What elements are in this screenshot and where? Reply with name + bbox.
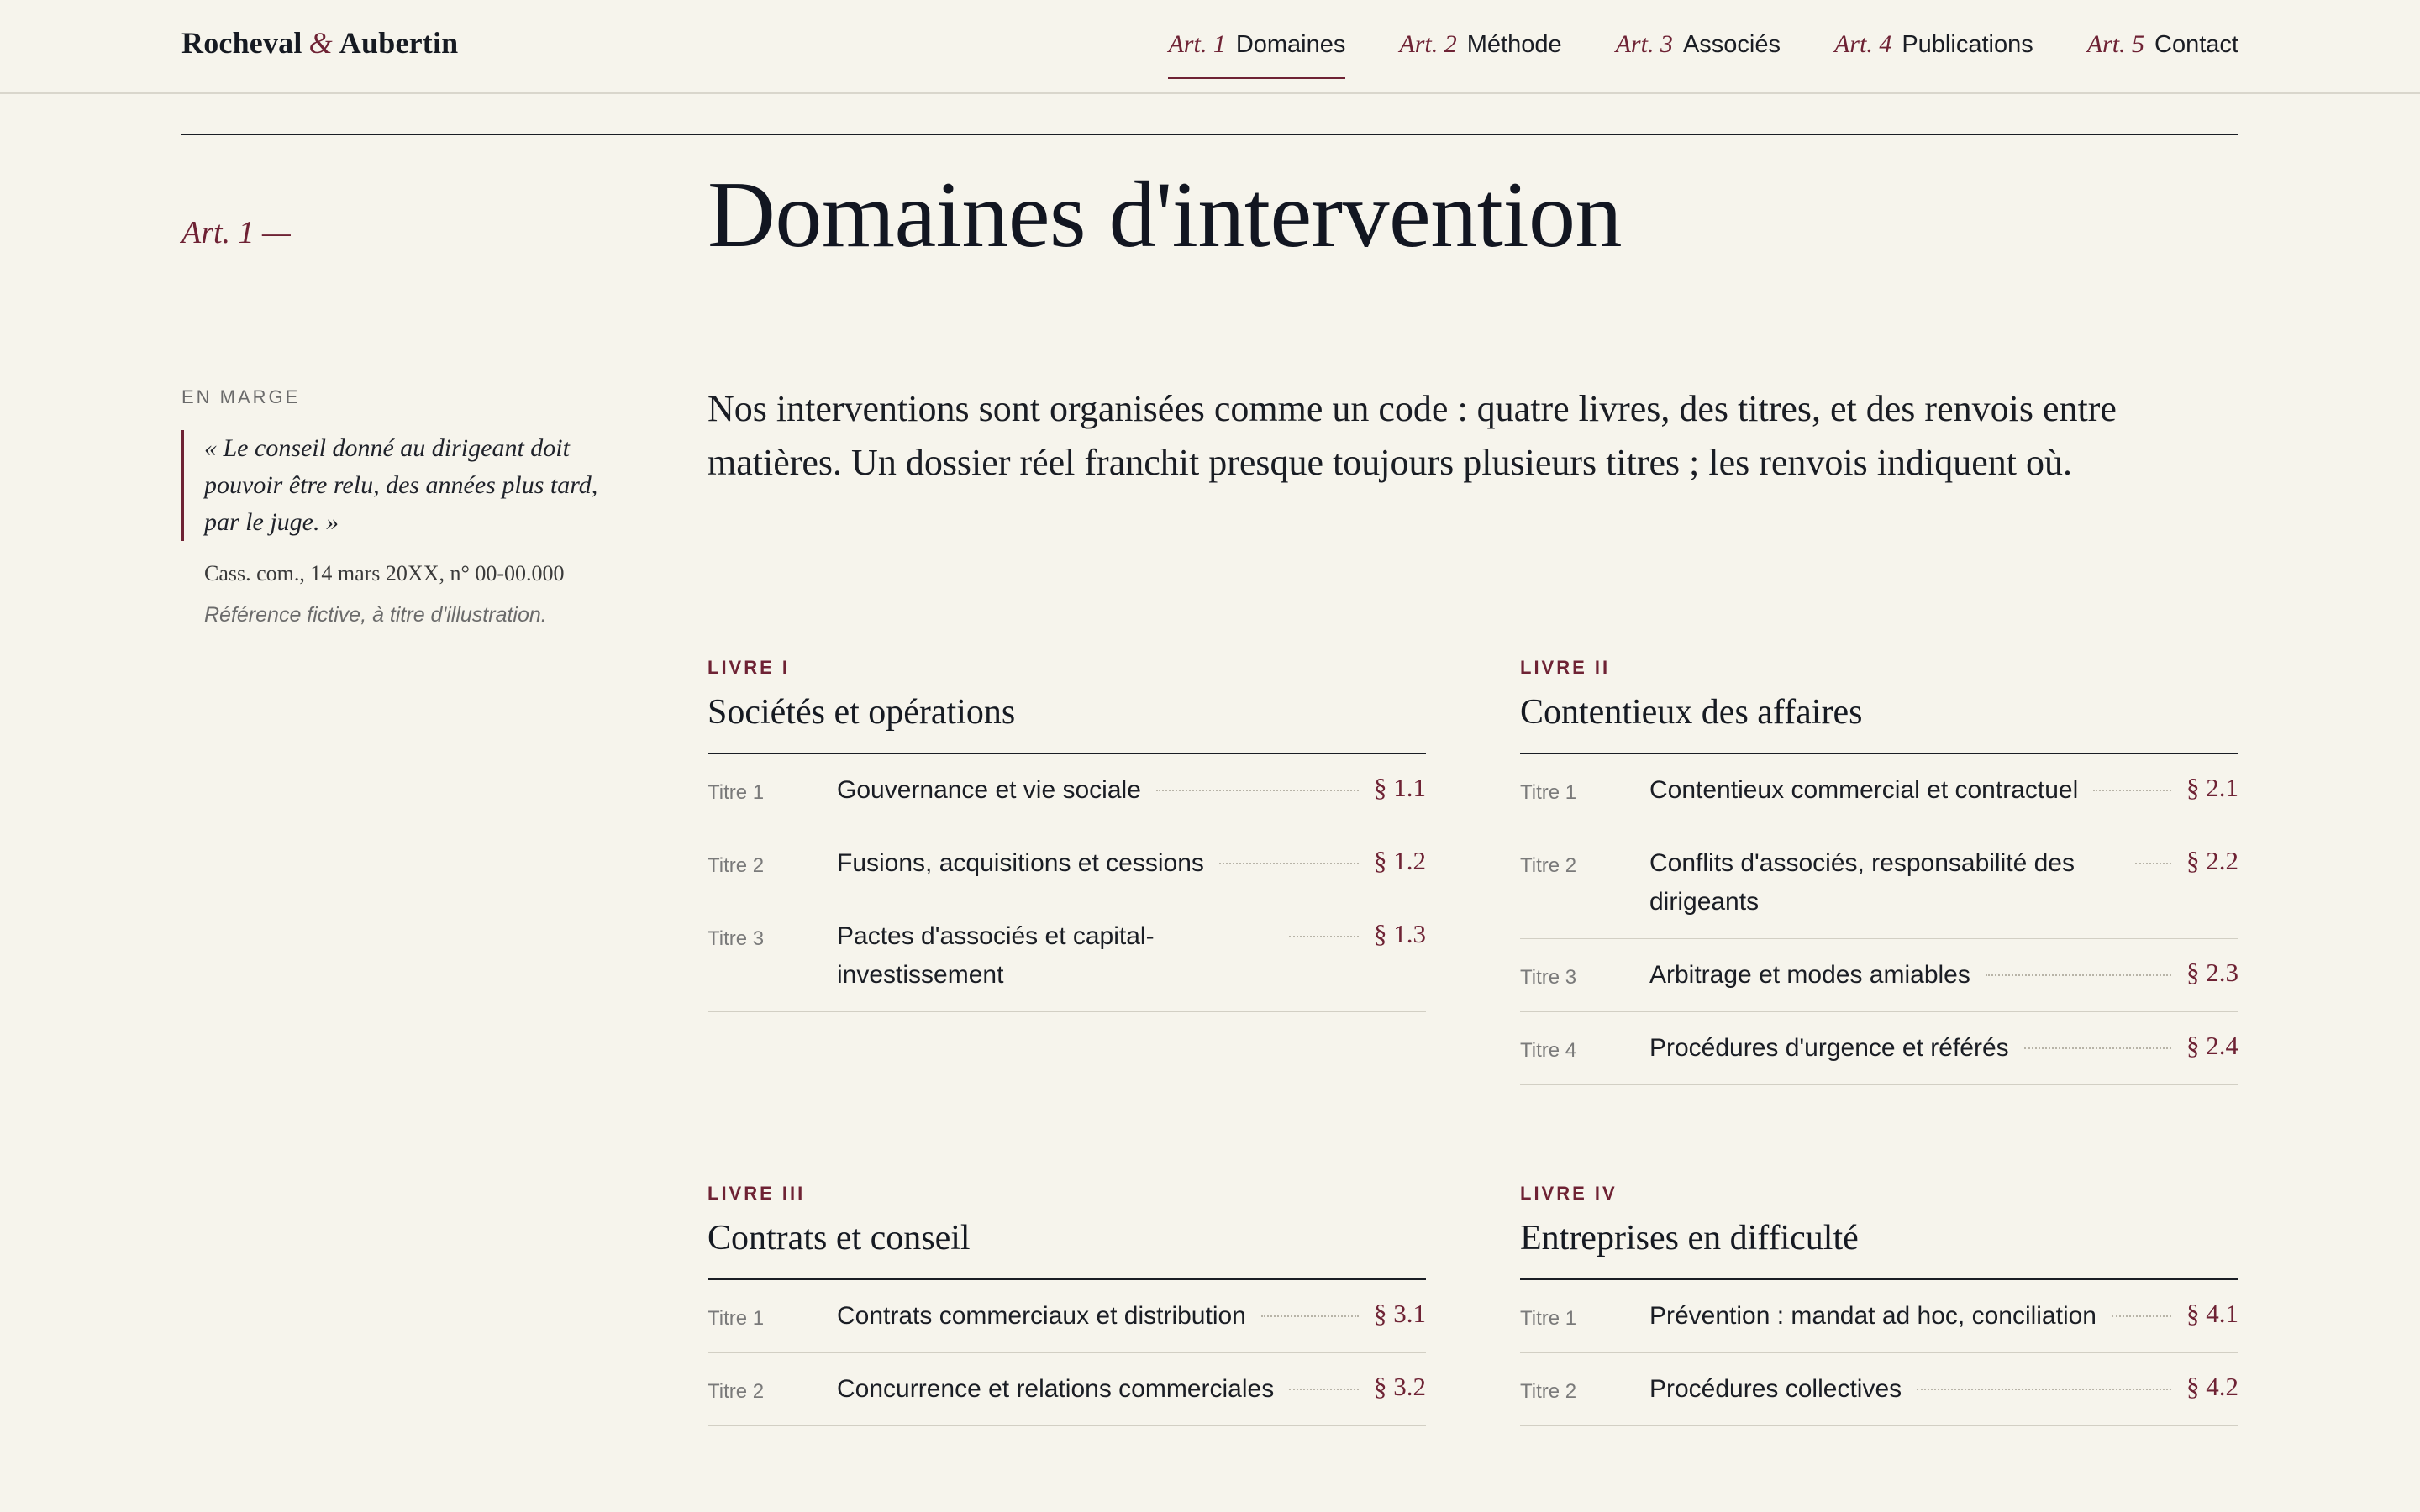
section-reference: § 3.1 (1374, 1299, 1426, 1328)
dotted-leader (2112, 1315, 2171, 1317)
livre-title: Contentieux des affaires (1520, 692, 2238, 754)
dotted-leader (1218, 863, 1359, 864)
article-label: Art. 1 — (182, 215, 291, 250)
titre-number: Titre 2 (1520, 1380, 1577, 1403)
titre-name: Procédures collectives (1649, 1375, 1902, 1403)
section-divider (182, 134, 2238, 135)
dotted-leader (2135, 863, 2171, 864)
titre-row[interactable]: Titre 3 Pactes d'associés et capital-inv… (708, 900, 1426, 1012)
livre-ii: LIVRE II Contentieux des affaires Titre … (1520, 657, 2238, 1085)
nav-item-label: Publications (1902, 31, 2033, 58)
titre-row[interactable]: Titre 3 Arbitrage et modes amiables § 2.… (1520, 939, 2238, 1012)
dotted-leader (1917, 1389, 2171, 1390)
titre-number: Titre 2 (708, 854, 765, 877)
section-reference: § 2.2 (2186, 846, 2238, 875)
brand-logo[interactable]: Rocheval & Aubertin (182, 25, 458, 60)
nav-item-domaines[interactable]: Art. 1 Domaines (1168, 30, 1345, 79)
titre-name: Conflits d'associés, responsabilité des … (1649, 849, 2075, 916)
livre-number: LIVRE II (1520, 657, 1611, 678)
dotted-leader (1260, 1315, 1359, 1317)
brand-second-name: Aubertin (339, 26, 459, 60)
livre-title: Entreprises en difficulté (1520, 1218, 2238, 1280)
section-reference: § 1.1 (1374, 773, 1426, 802)
nav-item-label: Associés (1682, 31, 1781, 58)
dotted-leader (1985, 974, 2171, 976)
section-reference: § 1.3 (1374, 919, 1426, 948)
nav-item-article: Art. 2 (1399, 30, 1457, 58)
brand-ampersand: & (308, 26, 333, 60)
livre-number: LIVRE I (708, 657, 791, 678)
titre-row[interactable]: Titre 2 Concurrence et relations commerc… (708, 1353, 1426, 1426)
titre-row[interactable]: Titre 1 Prévention : mandat ad hoc, conc… (1520, 1280, 2238, 1353)
margin-citation: Cass. com., 14 mars 20XX, n° 00-00.000 (204, 561, 565, 585)
dotted-leader (2093, 790, 2171, 791)
titre-number: Titre 1 (1520, 781, 1577, 804)
dotted-leader (2023, 1047, 2171, 1049)
nav-item-label: Domaines (1235, 31, 1346, 58)
intro-paragraph: Nos interventions sont organisées comme … (708, 388, 2117, 483)
section-reference: § 4.1 (2186, 1299, 2238, 1328)
dotted-leader (1289, 1389, 1359, 1390)
titre-name: Contrats commerciaux et distribution (837, 1302, 1246, 1330)
nav-item-associes[interactable]: Art. 3 Associés (1616, 30, 1781, 79)
livre-iv: LIVRE IV Entreprises en difficulté Titre… (1520, 1183, 2238, 1426)
titre-row[interactable]: Titre 1 Gouvernance et vie sociale § 1.1 (708, 754, 1426, 827)
titre-number: Titre 3 (1520, 966, 1577, 989)
titre-number: Titre 1 (708, 781, 765, 804)
titre-number: Titre 2 (708, 1380, 765, 1403)
titre-name: Pactes d'associés et capital-investissem… (837, 922, 1155, 989)
dotted-leader (1289, 936, 1359, 937)
margin-quote-block: « Le conseil donné au dirigeant doit pou… (182, 430, 635, 541)
livre-number: LIVRE III (708, 1183, 806, 1204)
page-title: Domaines d'intervention (708, 163, 1623, 267)
titre-name: Concurrence et relations commerciales (837, 1375, 1275, 1403)
section-reference: § 3.2 (1374, 1372, 1426, 1401)
section-reference: § 2.4 (2186, 1031, 2238, 1060)
titre-row[interactable]: Titre 1 Contentieux commercial et contra… (1520, 754, 2238, 827)
titre-name: Fusions, acquisitions et cessions (837, 849, 1204, 877)
titre-row[interactable]: Titre 2 Conflits d'associés, responsabil… (1520, 827, 2238, 939)
nav-item-publications[interactable]: Art. 4 Publications (1834, 30, 2033, 79)
livre-number: LIVRE IV (1520, 1183, 1618, 1204)
titre-name: Contentieux commercial et contractuel (1649, 776, 2079, 804)
titre-name: Arbitrage et modes amiables (1649, 961, 1970, 989)
nav-item-article: Art. 1 (1168, 30, 1226, 58)
main-nav: Art. 1 Domaines Art. 2 Méthode Art. 3 Assoc… (1168, 30, 2238, 79)
nav-item-article: Art. 4 (1833, 30, 1892, 58)
livre-title: Contrats et conseil (708, 1218, 1426, 1280)
section-reference: § 4.2 (2186, 1372, 2238, 1401)
titre-name: Gouvernance et vie sociale (837, 776, 1141, 804)
titre-row[interactable]: Titre 2 Fusions, acquisitions et cession… (708, 827, 1426, 900)
titre-name: Prévention : mandat ad hoc, conciliation (1649, 1302, 2096, 1330)
titre-number: Titre 3 (708, 927, 765, 950)
livre-iii: LIVRE III Contrats et conseil Titre 1 Co… (708, 1183, 1426, 1426)
margin-citation-note: Référence fictive, à titre d'illustratio… (204, 603, 547, 627)
top-navigation-bar: Rocheval & Aubertin Art. 1 Domaines Art. 2 M… (0, 0, 2420, 94)
titre-number: Titre 1 (708, 1307, 765, 1330)
titre-row[interactable]: Titre 1 Contrats commerciaux et distribu… (708, 1280, 1426, 1353)
titre-row[interactable]: Titre 2 Procédures collectives § 4.2 (1520, 1353, 2238, 1426)
titre-name: Procédures d'urgence et référés (1649, 1034, 2009, 1062)
margin-note-label: En marge (182, 386, 301, 407)
section-reference: § 1.2 (1374, 846, 1426, 875)
titre-row[interactable]: Titre 4 Procédures d'urgence et référés … (1520, 1012, 2238, 1085)
margin-quote: « Le conseil donné au dirigeant doit pou… (204, 434, 598, 536)
livre-title: Sociétés et opérations (708, 692, 1426, 754)
nav-item-methode[interactable]: Art. 2 Méthode (1399, 30, 1561, 79)
titre-number: Titre 1 (1520, 1307, 1577, 1330)
nav-item-article: Art. 5 (2086, 30, 2145, 58)
section-reference: § 2.1 (2186, 773, 2238, 802)
titre-number: Titre 2 (1520, 854, 1577, 877)
titre-number: Titre 4 (1520, 1039, 1577, 1062)
nav-item-label: Méthode (1466, 31, 1562, 58)
dotted-leader (1155, 790, 1359, 791)
section-reference: § 2.3 (2186, 958, 2238, 987)
livre-i: LIVRE I Sociétés et opérations Titre 1 G… (708, 657, 1426, 1012)
brand-first-name: Rocheval (182, 26, 302, 60)
nav-item-article: Art. 3 (1615, 30, 1673, 58)
nav-item-contact[interactable]: Art. 5 Contact (2087, 30, 2238, 79)
nav-item-label: Contact (2154, 31, 2238, 58)
